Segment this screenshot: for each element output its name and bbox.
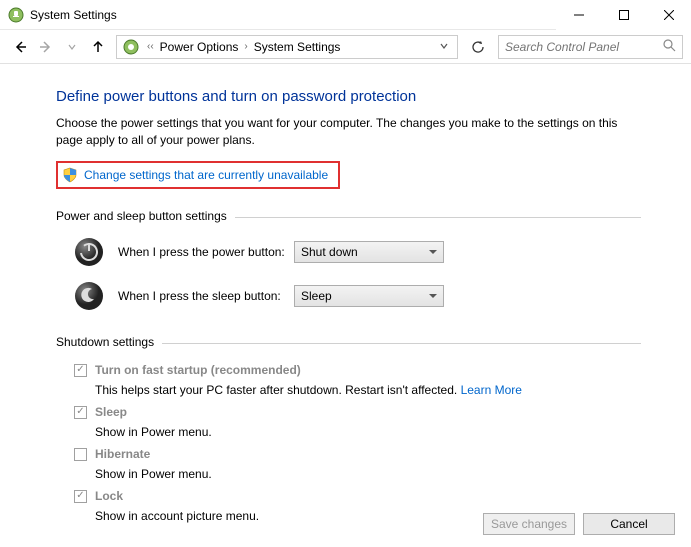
close-button[interactable]	[646, 0, 691, 30]
lock-checkbox-row: Lock	[74, 485, 641, 507]
sleep-button-dropdown[interactable]: Sleep	[294, 285, 444, 307]
lock-checkbox[interactable]	[74, 490, 87, 503]
section-shutdown: Shutdown settings	[56, 335, 641, 349]
hibernate-checkbox[interactable]	[74, 448, 87, 461]
learn-more-link[interactable]: Learn More	[461, 383, 522, 397]
sleep-button-row: When I press the sleep button: Sleep	[56, 267, 641, 311]
search-input[interactable]	[505, 40, 663, 54]
section-power-sleep: Power and sleep button settings	[56, 209, 641, 223]
footer-buttons: Save changes Cancel	[483, 513, 675, 535]
change-settings-link[interactable]: Change settings that are currently unava…	[84, 168, 328, 182]
breadcrumb-item[interactable]: System Settings	[252, 40, 343, 54]
search-box[interactable]	[498, 35, 683, 59]
uac-shield-icon	[62, 167, 78, 183]
power-button-label: When I press the power button:	[118, 245, 294, 259]
save-changes-button[interactable]: Save changes	[483, 513, 575, 535]
page-description: Choose the power settings that you want …	[56, 115, 641, 149]
breadcrumb-chevron-icon: ‹‹	[143, 41, 158, 52]
sleep-icon	[74, 281, 104, 311]
sleep-checkbox-row: Sleep	[74, 401, 641, 423]
lock-label: Lock	[95, 489, 123, 503]
titlebar: System Settings	[0, 0, 691, 30]
sleep-description: Show in Power menu.	[74, 423, 641, 443]
breadcrumb-dropdown-icon[interactable]	[433, 40, 455, 54]
change-settings-highlight: Change settings that are currently unava…	[56, 161, 340, 189]
refresh-button[interactable]	[466, 35, 490, 59]
maximize-button[interactable]	[601, 0, 646, 30]
power-button-dropdown[interactable]: Shut down	[294, 241, 444, 263]
recent-dropdown-button[interactable]	[60, 35, 84, 59]
power-icon	[74, 237, 104, 267]
hibernate-label: Hibernate	[95, 447, 150, 461]
hibernate-checkbox-row: Hibernate	[74, 443, 641, 465]
fast-startup-checkbox[interactable]	[74, 364, 87, 377]
sleep-label: Sleep	[95, 405, 127, 419]
content: Define power buttons and turn on passwor…	[0, 64, 691, 527]
breadcrumb-separator-icon: ›	[240, 41, 251, 52]
minimize-button[interactable]	[556, 0, 601, 30]
sleep-checkbox[interactable]	[74, 406, 87, 419]
system-settings-icon	[8, 7, 24, 23]
sleep-button-label: When I press the sleep button:	[118, 289, 294, 303]
fast-startup-label: Turn on fast startup (recommended)	[95, 363, 301, 377]
forward-button[interactable]	[34, 35, 58, 59]
window-title: System Settings	[30, 8, 556, 22]
power-button-row: When I press the power button: Shut down	[56, 223, 641, 267]
breadcrumb-item[interactable]: Power Options	[158, 40, 241, 54]
back-button[interactable]	[8, 35, 32, 59]
hibernate-description: Show in Power menu.	[74, 465, 641, 485]
fast-startup-description: This helps start your PC faster after sh…	[74, 381, 641, 401]
fast-startup-checkbox-row: Turn on fast startup (recommended)	[74, 359, 641, 381]
breadcrumb[interactable]: ‹‹ Power Options › System Settings	[116, 35, 458, 59]
power-options-icon	[123, 39, 139, 55]
navbar: ‹‹ Power Options › System Settings	[0, 30, 691, 64]
search-icon[interactable]	[663, 39, 676, 55]
page-title: Define power buttons and turn on passwor…	[56, 88, 641, 105]
cancel-button[interactable]: Cancel	[583, 513, 675, 535]
up-button[interactable]	[86, 35, 110, 59]
